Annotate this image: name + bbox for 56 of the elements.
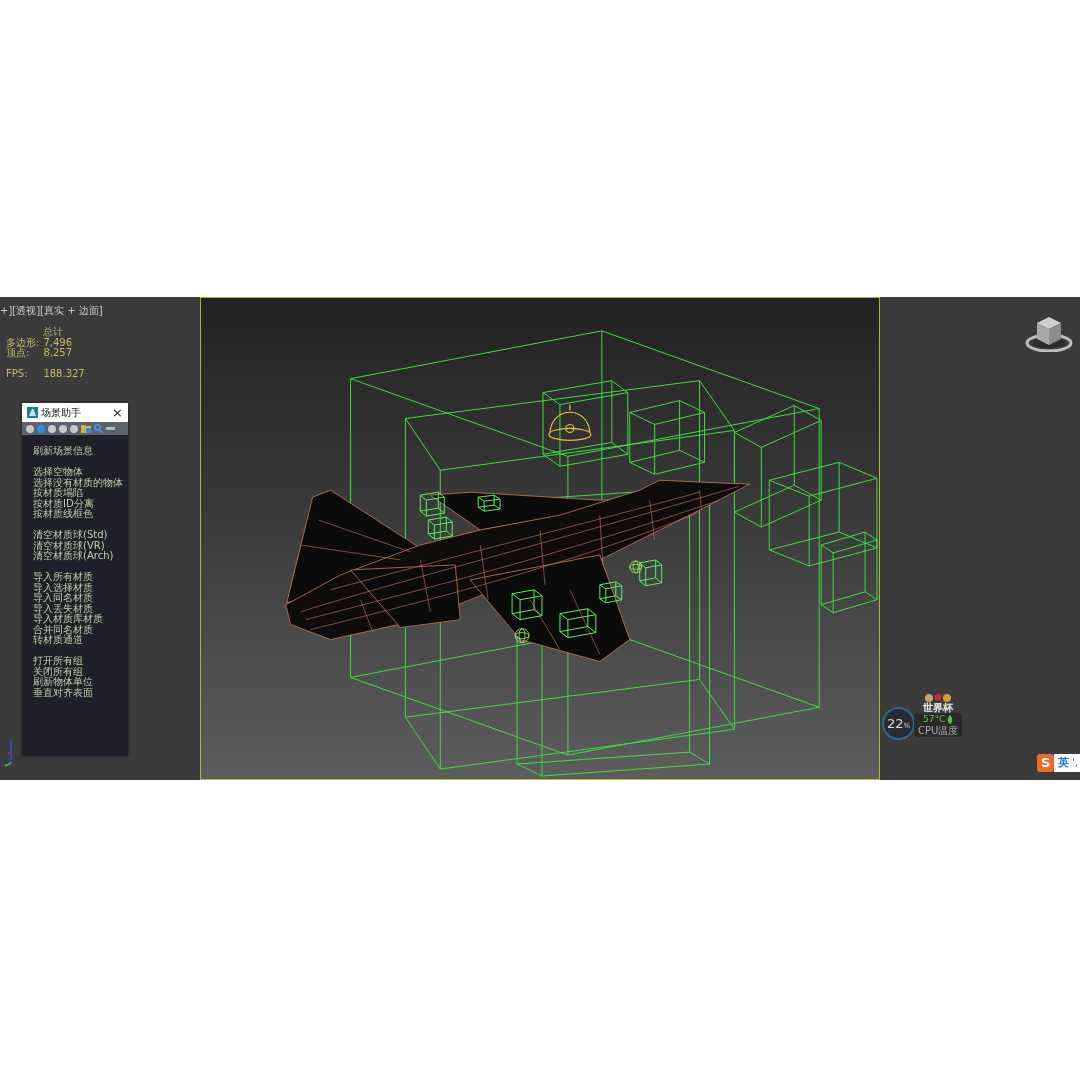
circle-icon[interactable] [70,424,78,433]
menu-item[interactable]: 清空材质球(VR) [33,540,105,551]
punctuation-button[interactable]: ', [1072,756,1078,770]
circle-icon[interactable] [59,424,67,433]
wire-sphere [629,560,643,574]
menu-item[interactable]: 导入同名材质 [33,593,93,604]
temperature-value: 57°C [923,714,946,725]
menu-item[interactable]: 垂直对齐表面 [33,687,93,698]
stat-label: 多边形: [6,337,40,348]
menu-item[interactable]: 合并同名材质 [33,624,93,635]
menu-item[interactable]: 导入丢失材质 [33,603,93,614]
temperature-label: CPU温度 [918,725,959,736]
menu-item[interactable]: 选择没有材质的物体 [33,477,123,488]
helper-box [639,559,663,587]
menu-item[interactable]: 按材质线框色 [33,509,93,520]
badge-label[interactable]: 世界杯 [923,702,953,713]
helper-box [599,581,623,604]
helper-box [477,494,501,512]
dome-light-drawing [548,403,592,441]
wire-sphere [514,628,530,643]
circle-icon[interactable] [26,424,34,433]
close-button[interactable]: × [110,405,125,420]
menu-item[interactable]: 导入选择材质 [33,582,93,593]
stat-value: 8,257 [43,348,73,359]
menu-item[interactable]: 导入材质库材质 [33,614,103,625]
menu-item[interactable]: 转材质通道 [33,635,83,646]
menu-item[interactable]: 按材质塌陷 [33,488,83,499]
menu-item[interactable]: 刷新场景信息 [33,446,93,457]
folder-icon[interactable] [81,424,91,433]
circle-icon[interactable] [48,424,56,433]
menu-item[interactable]: 刷新物体单位 [33,677,93,688]
helper-box [511,589,543,621]
helper-box [427,516,453,540]
menu-item[interactable]: 清空材质球(Std) [33,530,108,541]
menu-item[interactable]: 关闭所有组 [33,666,83,677]
gauge-value: 22 [886,716,904,731]
fps-label: FPS: [6,369,29,380]
menu-item[interactable]: 按材质ID分离 [33,498,94,509]
menu-item[interactable]: 导入所有材质 [33,572,93,583]
search-icon[interactable] [94,424,103,433]
helper-box [419,491,445,517]
fps-value: 188.327 [43,369,85,380]
menu-item[interactable]: 清空材质球(Arch) [33,551,114,562]
ornament-icon [923,693,953,702]
stats-header: 总计 [43,327,65,338]
stat-label: 顶点: [6,348,30,359]
helper-box [559,608,597,639]
stat-value: 7,496 [43,337,73,348]
language-mode-button[interactable]: 英 [1058,756,1070,770]
viewcube-icon[interactable] [1025,314,1073,352]
menu-item[interactable]: 选择空物体 [33,467,83,478]
leaf-icon [947,715,954,724]
viewport-label[interactable]: +][透视][真实 + 边面] [0,305,103,316]
app-icon [27,407,38,418]
dialog-title: 场景助手 [41,406,82,420]
menu-item[interactable]: 打开所有组 [33,656,83,667]
